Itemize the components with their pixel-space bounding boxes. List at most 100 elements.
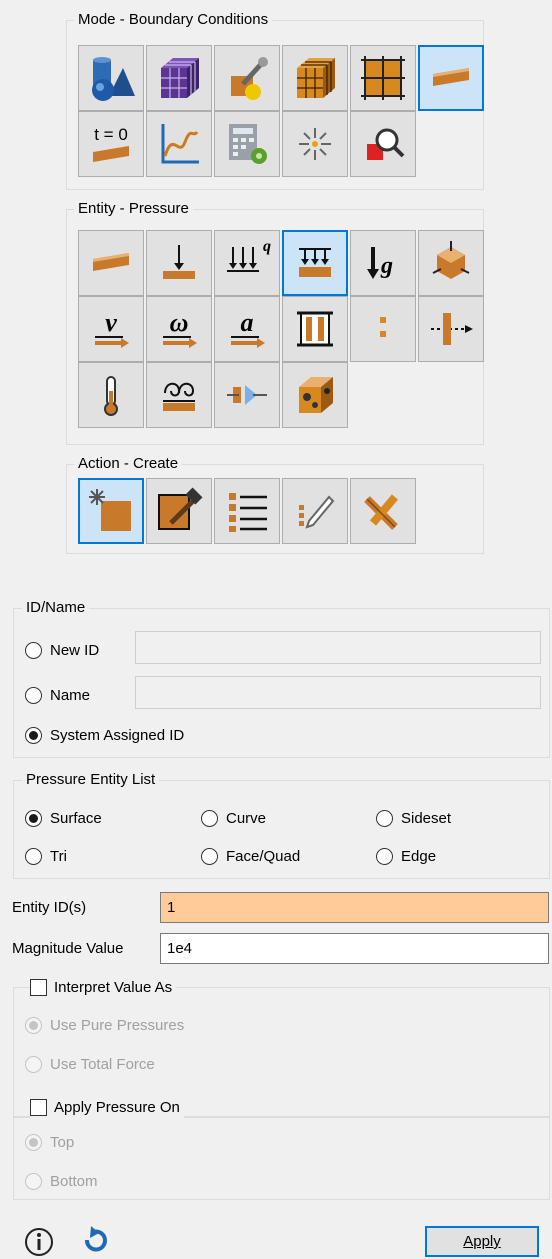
top-radio[interactable]: Top <box>25 1129 74 1155</box>
entity-angular-velocity-button[interactable]: ω <box>146 296 212 362</box>
entity-convection-button[interactable] <box>146 362 212 428</box>
action-edit-button[interactable] <box>282 478 348 544</box>
curve-radio[interactable]: Curve <box>201 805 266 831</box>
apply-on-checkbox[interactable]: Apply Pressure On <box>30 1095 184 1119</box>
entity-velocity-button[interactable]: ν <box>78 296 144 362</box>
constraint-icon <box>431 313 473 345</box>
face-quad-radio-circle[interactable] <box>201 847 218 865</box>
action-delete-button[interactable] <box>350 478 416 544</box>
bottom-radio-circle[interactable] <box>25 1172 42 1190</box>
entity-gravity-button[interactable]: g <box>350 230 416 296</box>
surface-radio[interactable]: Surface <box>25 805 102 831</box>
mode-geometry-button[interactable] <box>78 45 144 111</box>
bottom-radio[interactable]: Bottom <box>25 1168 98 1194</box>
curve-radio-circle[interactable] <box>201 809 218 827</box>
new-id-radio[interactable]: New ID <box>25 637 99 663</box>
entity-material-block-button[interactable] <box>282 362 348 428</box>
reset-icon[interactable] <box>80 1226 110 1256</box>
entity-acceleration-button[interactable]: a <box>214 296 280 362</box>
mode-mesh-button[interactable] <box>146 45 212 111</box>
entity-dashed-bar-button[interactable] <box>350 296 416 362</box>
displacement-icon <box>432 241 470 279</box>
convection-icon <box>163 382 195 411</box>
sideset-label: Sideset <box>401 809 452 827</box>
mode-tools-button[interactable] <box>214 45 280 111</box>
name-radio-circle[interactable] <box>25 686 42 704</box>
top-radio-circle[interactable] <box>25 1133 42 1151</box>
apply-on-label: Apply Pressure On <box>54 1098 180 1116</box>
use-pure-pressures-radio[interactable]: Use Pure Pressures <box>25 1012 184 1038</box>
edit-icon <box>299 495 335 529</box>
action-list-button[interactable] <box>214 478 280 544</box>
new-id-label: New ID <box>50 641 100 659</box>
interpret-checkbox[interactable]: Interpret Value As <box>30 975 177 999</box>
entity-radiation-button[interactable] <box>214 362 280 428</box>
mode-calculator-button[interactable] <box>214 111 280 177</box>
name-radio[interactable]: Name <box>25 682 90 708</box>
mode-curve-plot-button[interactable] <box>146 111 212 177</box>
new-id-radio-circle[interactable] <box>25 641 42 659</box>
magnitude-label: Magnitude Value <box>12 940 124 957</box>
mode-inspect-button[interactable] <box>350 111 416 177</box>
contact-icon <box>297 311 333 347</box>
entity-temperature-button[interactable] <box>78 362 144 428</box>
force-icon <box>163 245 195 279</box>
entity-constraint-button[interactable] <box>418 296 484 362</box>
radiation-icon <box>227 385 267 405</box>
bottom-label: Bottom <box>50 1172 98 1190</box>
edge-radio[interactable]: Edge <box>376 843 436 869</box>
system-assigned-id-radio[interactable]: System Assigned ID <box>25 722 184 748</box>
use-total-force-radio-circle[interactable] <box>25 1055 42 1073</box>
use-total-force-radio[interactable]: Use Total Force <box>25 1051 155 1077</box>
entity-contact-button[interactable] <box>282 296 348 362</box>
interpret-checkbox-box[interactable] <box>30 978 47 996</box>
system-assigned-id-label: System Assigned ID <box>50 726 185 744</box>
mode-initial-conditions-button[interactable]: t = 0 <box>78 111 144 177</box>
entity-displacement-button[interactable] <box>418 230 484 296</box>
use-total-force-label: Use Total Force <box>50 1055 155 1073</box>
entity-ids-input[interactable]: 1 <box>160 892 549 923</box>
mode-boundary-conditions-button[interactable] <box>418 45 484 111</box>
mode-grid-button[interactable] <box>350 45 416 111</box>
mode-sparkle-button[interactable] <box>282 111 348 177</box>
gravity-icon: g <box>367 247 393 279</box>
magnitude-input[interactable]: 1e4 <box>160 933 549 964</box>
tri-label: Tri <box>50 847 67 865</box>
tools-icon <box>231 57 268 100</box>
surface-radio-circle[interactable] <box>25 809 42 827</box>
edge-radio-circle[interactable] <box>376 847 393 865</box>
face-quad-label: Face/Quad <box>226 847 301 865</box>
gravity-text: g <box>380 253 393 279</box>
tri-radio-circle[interactable] <box>25 847 42 865</box>
tri-radio[interactable]: Tri <box>25 843 67 869</box>
entity-heat-flux-button[interactable]: q <box>214 230 280 296</box>
heat-flux-icon: q <box>227 239 271 272</box>
new-id-input[interactable] <box>135 631 541 664</box>
sparkle-icon <box>299 128 331 160</box>
entity-force-button[interactable] <box>146 230 212 296</box>
angular-velocity-text: ω <box>170 308 189 337</box>
id-name-legend: ID/Name <box>22 599 90 617</box>
action-create-button[interactable] <box>78 478 144 544</box>
sideset-radio[interactable]: Sideset <box>376 805 451 831</box>
edge-label: Edge <box>401 847 437 865</box>
velocity-icon: ν <box>95 308 129 348</box>
mode-hex-mesh-button[interactable] <box>282 45 348 111</box>
entity-legend: Entity - Pressure <box>74 200 193 218</box>
entity-pressure-button[interactable] <box>282 230 348 296</box>
apply-on-checkbox-box[interactable] <box>30 1098 47 1116</box>
action-modify-button[interactable] <box>146 478 212 544</box>
info-icon[interactable] <box>24 1227 54 1257</box>
use-pure-pressures-radio-circle[interactable] <box>25 1016 42 1034</box>
name-input[interactable] <box>135 676 541 709</box>
mesh-icon <box>161 58 199 98</box>
entity-ids-label: Entity ID(s) <box>12 899 87 916</box>
apply-button[interactable]: Apply <box>425 1226 539 1257</box>
curve-label: Curve <box>226 809 267 827</box>
velocity-text: ν <box>105 308 117 337</box>
name-label: Name <box>50 686 91 704</box>
sideset-radio-circle[interactable] <box>376 809 393 827</box>
system-assigned-id-radio-circle[interactable] <box>25 726 42 744</box>
face-quad-radio[interactable]: Face/Quad <box>201 843 300 869</box>
entity-pressure-surface-button[interactable] <box>78 230 144 296</box>
